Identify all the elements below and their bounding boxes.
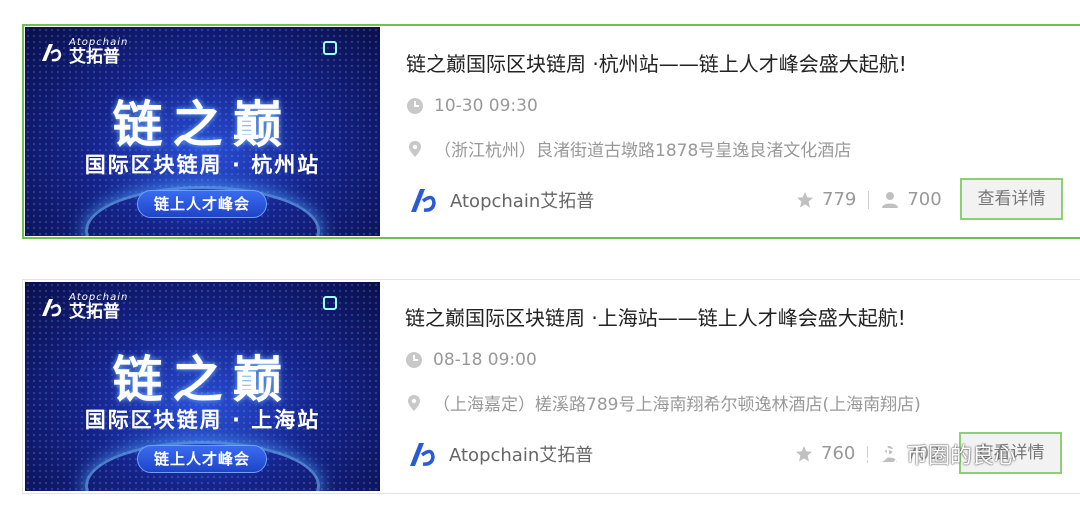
location-pin-icon (408, 394, 420, 411)
banner-sub-title: 国际区块链周 · 上海站 (84, 408, 321, 432)
partner-logo (296, 41, 366, 67)
event-location: （浙江杭州）良渚街道古墩路1878号皇逸良渚文化酒店 (434, 141, 852, 161)
clock-icon (407, 98, 423, 114)
event-title[interactable]: 链之巅国际区块链周 ·杭州站——链上人才峰会盛大起航! (406, 48, 907, 77)
wechat-watermark: 币圈的良心 (862, 438, 1016, 470)
atopchain-logo-icon (42, 43, 62, 61)
banner-big-title: 链之巅 (112, 96, 293, 154)
event-info: 链之巅国际区块链周 ·杭州站——链上人才峰会盛大起航! 10-30 09:30 … (406, 26, 1080, 237)
banner-pill: 链上人才峰会 (137, 445, 267, 473)
event-organizer[interactable]: Atopchain艾拓普 (408, 186, 594, 214)
banner-sub-title: 国际区块链周 · 杭州站 (84, 153, 321, 177)
partner-logo-icon (322, 41, 337, 55)
event-organizer[interactable]: Atopchain艾拓普 (407, 440, 593, 468)
event-location-row: （上海嘉定）槎溪路789号上海南翔希尔顿逸林酒店(上海南翔店) (405, 390, 921, 415)
event-time: 08-18 09:00 (433, 350, 537, 370)
event-location: （上海嘉定）槎溪路789号上海南翔希尔顿逸林酒店(上海南翔店) (433, 395, 921, 415)
location-pin-icon (409, 140, 421, 157)
event-time: 10-30 09:30 (434, 96, 538, 116)
banner-brand: Atopchain 艾拓普 (39, 292, 128, 321)
watermark-text: 币圈的良心 (906, 444, 1017, 469)
banner-brand-name: 艾拓普 (69, 47, 120, 67)
event-time-row: 08-18 09:00 (405, 350, 537, 370)
organizer-logo-icon (410, 443, 435, 466)
organizer-name: Atopchain艾拓普 (449, 445, 594, 466)
person-icon (882, 191, 899, 208)
attendee-count: 700 (907, 189, 942, 210)
wechat-icon (863, 441, 898, 466)
partner-logo (296, 296, 366, 322)
banner-brand: Atopchain 艾拓普 (39, 37, 128, 66)
view-details-button[interactable]: 查看详情 (960, 178, 1063, 220)
banner-big-title: 链之巅 (112, 351, 293, 409)
banner-brand-name: 艾拓普 (69, 302, 120, 322)
stats-divider (868, 190, 870, 209)
event-banner-image[interactable]: Atopchain 艾拓普 链之巅 国际区块链周 · 上海站 链上人才峰会 (25, 282, 380, 491)
partner-logo-icon (322, 296, 337, 310)
atopchain-logo-icon (42, 298, 62, 316)
organizer-logo-icon (411, 189, 436, 212)
star-count: 779 (822, 189, 857, 210)
clock-icon (406, 352, 422, 368)
event-title[interactable]: 链之巅国际区块链周 ·上海站——链上人才峰会盛大起航! (405, 302, 906, 331)
event-location-row: （浙江杭州）良渚街道古墩路1878号皇逸良渚文化酒店 (406, 136, 851, 161)
star-count: 760 (821, 443, 856, 464)
event-time-row: 10-30 09:30 (406, 96, 538, 116)
star-icon (796, 445, 812, 461)
event-stats: 779 700 (796, 189, 942, 210)
banner-pill: 链上人才峰会 (137, 190, 267, 218)
organizer-name: Atopchain艾拓普 (450, 191, 595, 212)
event-banner-image[interactable]: Atopchain 艾拓普 链之巅 国际区块链周 · 杭州站 链上人才峰会 (25, 27, 380, 236)
star-icon (797, 191, 813, 207)
event-card[interactable]: Atopchain 艾拓普 链之巅 国际区块链周 · 杭州站 链上人才峰会 链之… (22, 24, 1080, 239)
